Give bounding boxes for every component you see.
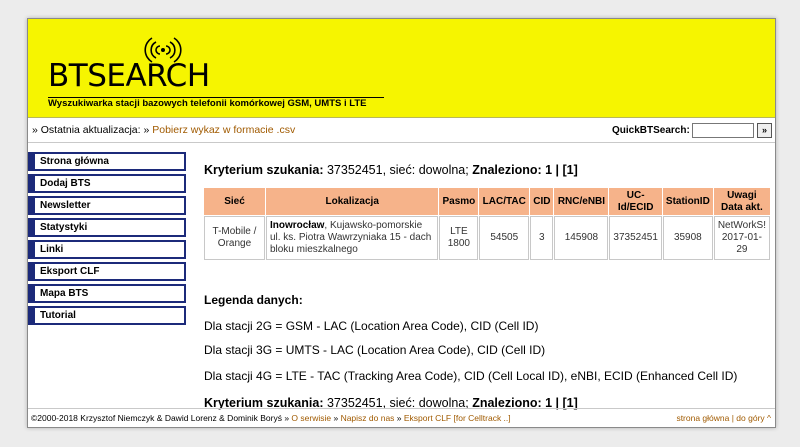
page-container: BTSEARCH Wyszukiwarka stacji bazowych te… [27, 18, 776, 428]
copyright: ©2000-2018 Krzysztof Niemczyk & Dawid Lo… [31, 413, 292, 423]
last-update: » Ostatnia aktualizacja: » Pobierz wykaz… [32, 124, 295, 136]
footer-right: strona główna | do góry ^ [676, 413, 771, 423]
sidebar-item-statistics[interactable]: Statystyki [28, 218, 186, 237]
cell-rnc: 145908 [554, 216, 609, 260]
cell-band: LTE 1800 [439, 216, 479, 260]
criteria-value: 37352451, sieć: dowolna; [323, 163, 473, 177]
logo[interactable]: BTSEARCH [48, 35, 248, 93]
footer-link-top[interactable]: do góry ^ [736, 413, 771, 423]
column-header-location: Lokalizacja [265, 188, 439, 215]
sidebar-item-bts-map[interactable]: Mapa BTS [28, 284, 186, 303]
column-header-ucid: UC-Id/ECID [609, 188, 662, 215]
sidebar-item-home[interactable]: Strona główna [28, 152, 186, 171]
legend-line-3g: Dla stacji 3G = UMTS - LAC (Location Are… [204, 343, 546, 357]
info-bar: » Ostatnia aktualizacja: » Pobierz wykaz… [28, 119, 775, 143]
update-prefix: » Ostatnia aktualizacja: » [32, 124, 153, 136]
footer-link-export-clf[interactable]: Eksport CLF [for Celltrack ..] [404, 413, 511, 423]
footer: ©2000-2018 Krzysztof Niemczyk & Dawid Lo… [28, 408, 775, 428]
cell-ucid: 37352451 [609, 216, 662, 260]
search-criteria: Kryterium szukania: 37352451, sieć: dowo… [204, 162, 578, 178]
footer-left: ©2000-2018 Krzysztof Niemczyk & Dawid Lo… [31, 413, 511, 423]
footer-link-contact[interactable]: Napisz do nas [341, 413, 395, 423]
logo-text: BTSEARCH [48, 58, 210, 94]
column-header-rnc: RNC/eNBI [554, 188, 609, 215]
footer-link-home[interactable]: strona główna [676, 413, 729, 423]
sidebar-item-links[interactable]: Linki [28, 240, 186, 259]
footer-link-about[interactable]: O serwisie [291, 413, 331, 423]
quicksearch-input[interactable] [692, 123, 754, 138]
cell-location-city[interactable]: Inowrocław [270, 220, 324, 231]
site-tagline: Wyszukiwarka stacji bazowych telefonii k… [48, 97, 384, 110]
column-header-cid: CID [530, 188, 554, 215]
cell-cid: 3 [530, 216, 554, 260]
header: BTSEARCH Wyszukiwarka stacji bazowych te… [28, 19, 775, 118]
table-header-row: Sieć Lokalizacja Pasmo LAC/TAC CID RNC/e… [204, 188, 770, 215]
cell-station-id: 35908 [662, 216, 713, 260]
criteria-label: Kryterium szukania: [204, 163, 324, 177]
download-csv-link[interactable]: Pobierz wykaz w formacie .csv [152, 124, 295, 136]
legend-title: Legenda danych: [204, 293, 303, 307]
found-count: Znaleziono: 1 | [1] [472, 163, 578, 177]
cell-location: Inowrocław, Kujawsko-pomorskie ul. ks. P… [265, 216, 439, 260]
column-header-notes: Uwagi Data akt. [713, 188, 770, 215]
cell-network: T-Mobile / Orange [204, 216, 265, 260]
results-table: Sieć Lokalizacja Pasmo LAC/TAC CID RNC/e… [203, 187, 771, 261]
column-header-lac: LAC/TAC [479, 188, 530, 215]
quicksearch-button[interactable]: » [757, 123, 772, 138]
sidebar-item-tutorial[interactable]: Tutorial [28, 306, 186, 325]
sidebar-item-add-bts[interactable]: Dodaj BTS [28, 174, 186, 193]
column-header-station-id: StationID [662, 188, 713, 215]
table-row[interactable]: T-Mobile / Orange Inowrocław, Kujawsko-p… [204, 216, 770, 260]
sidebar-nav: Strona główna Dodaj BTS Newsletter Staty… [28, 152, 188, 328]
column-header-network: Sieć [204, 188, 265, 215]
quicksearch-label: QuickBTSearch: [612, 125, 690, 136]
cell-lac: 54505 [479, 216, 530, 260]
cell-notes: NetWorkS! 2017-01-29 [713, 216, 770, 260]
column-header-band: Pasmo [439, 188, 479, 215]
legend-line-4g: Dla stacji 4G = LTE - TAC (Tracking Area… [204, 369, 738, 383]
legend-line-2g: Dla stacji 2G = GSM - LAC (Location Area… [204, 319, 539, 333]
sidebar-item-newsletter[interactable]: Newsletter [28, 196, 186, 215]
sidebar-item-export-clf[interactable]: Eksport CLF [28, 262, 186, 281]
